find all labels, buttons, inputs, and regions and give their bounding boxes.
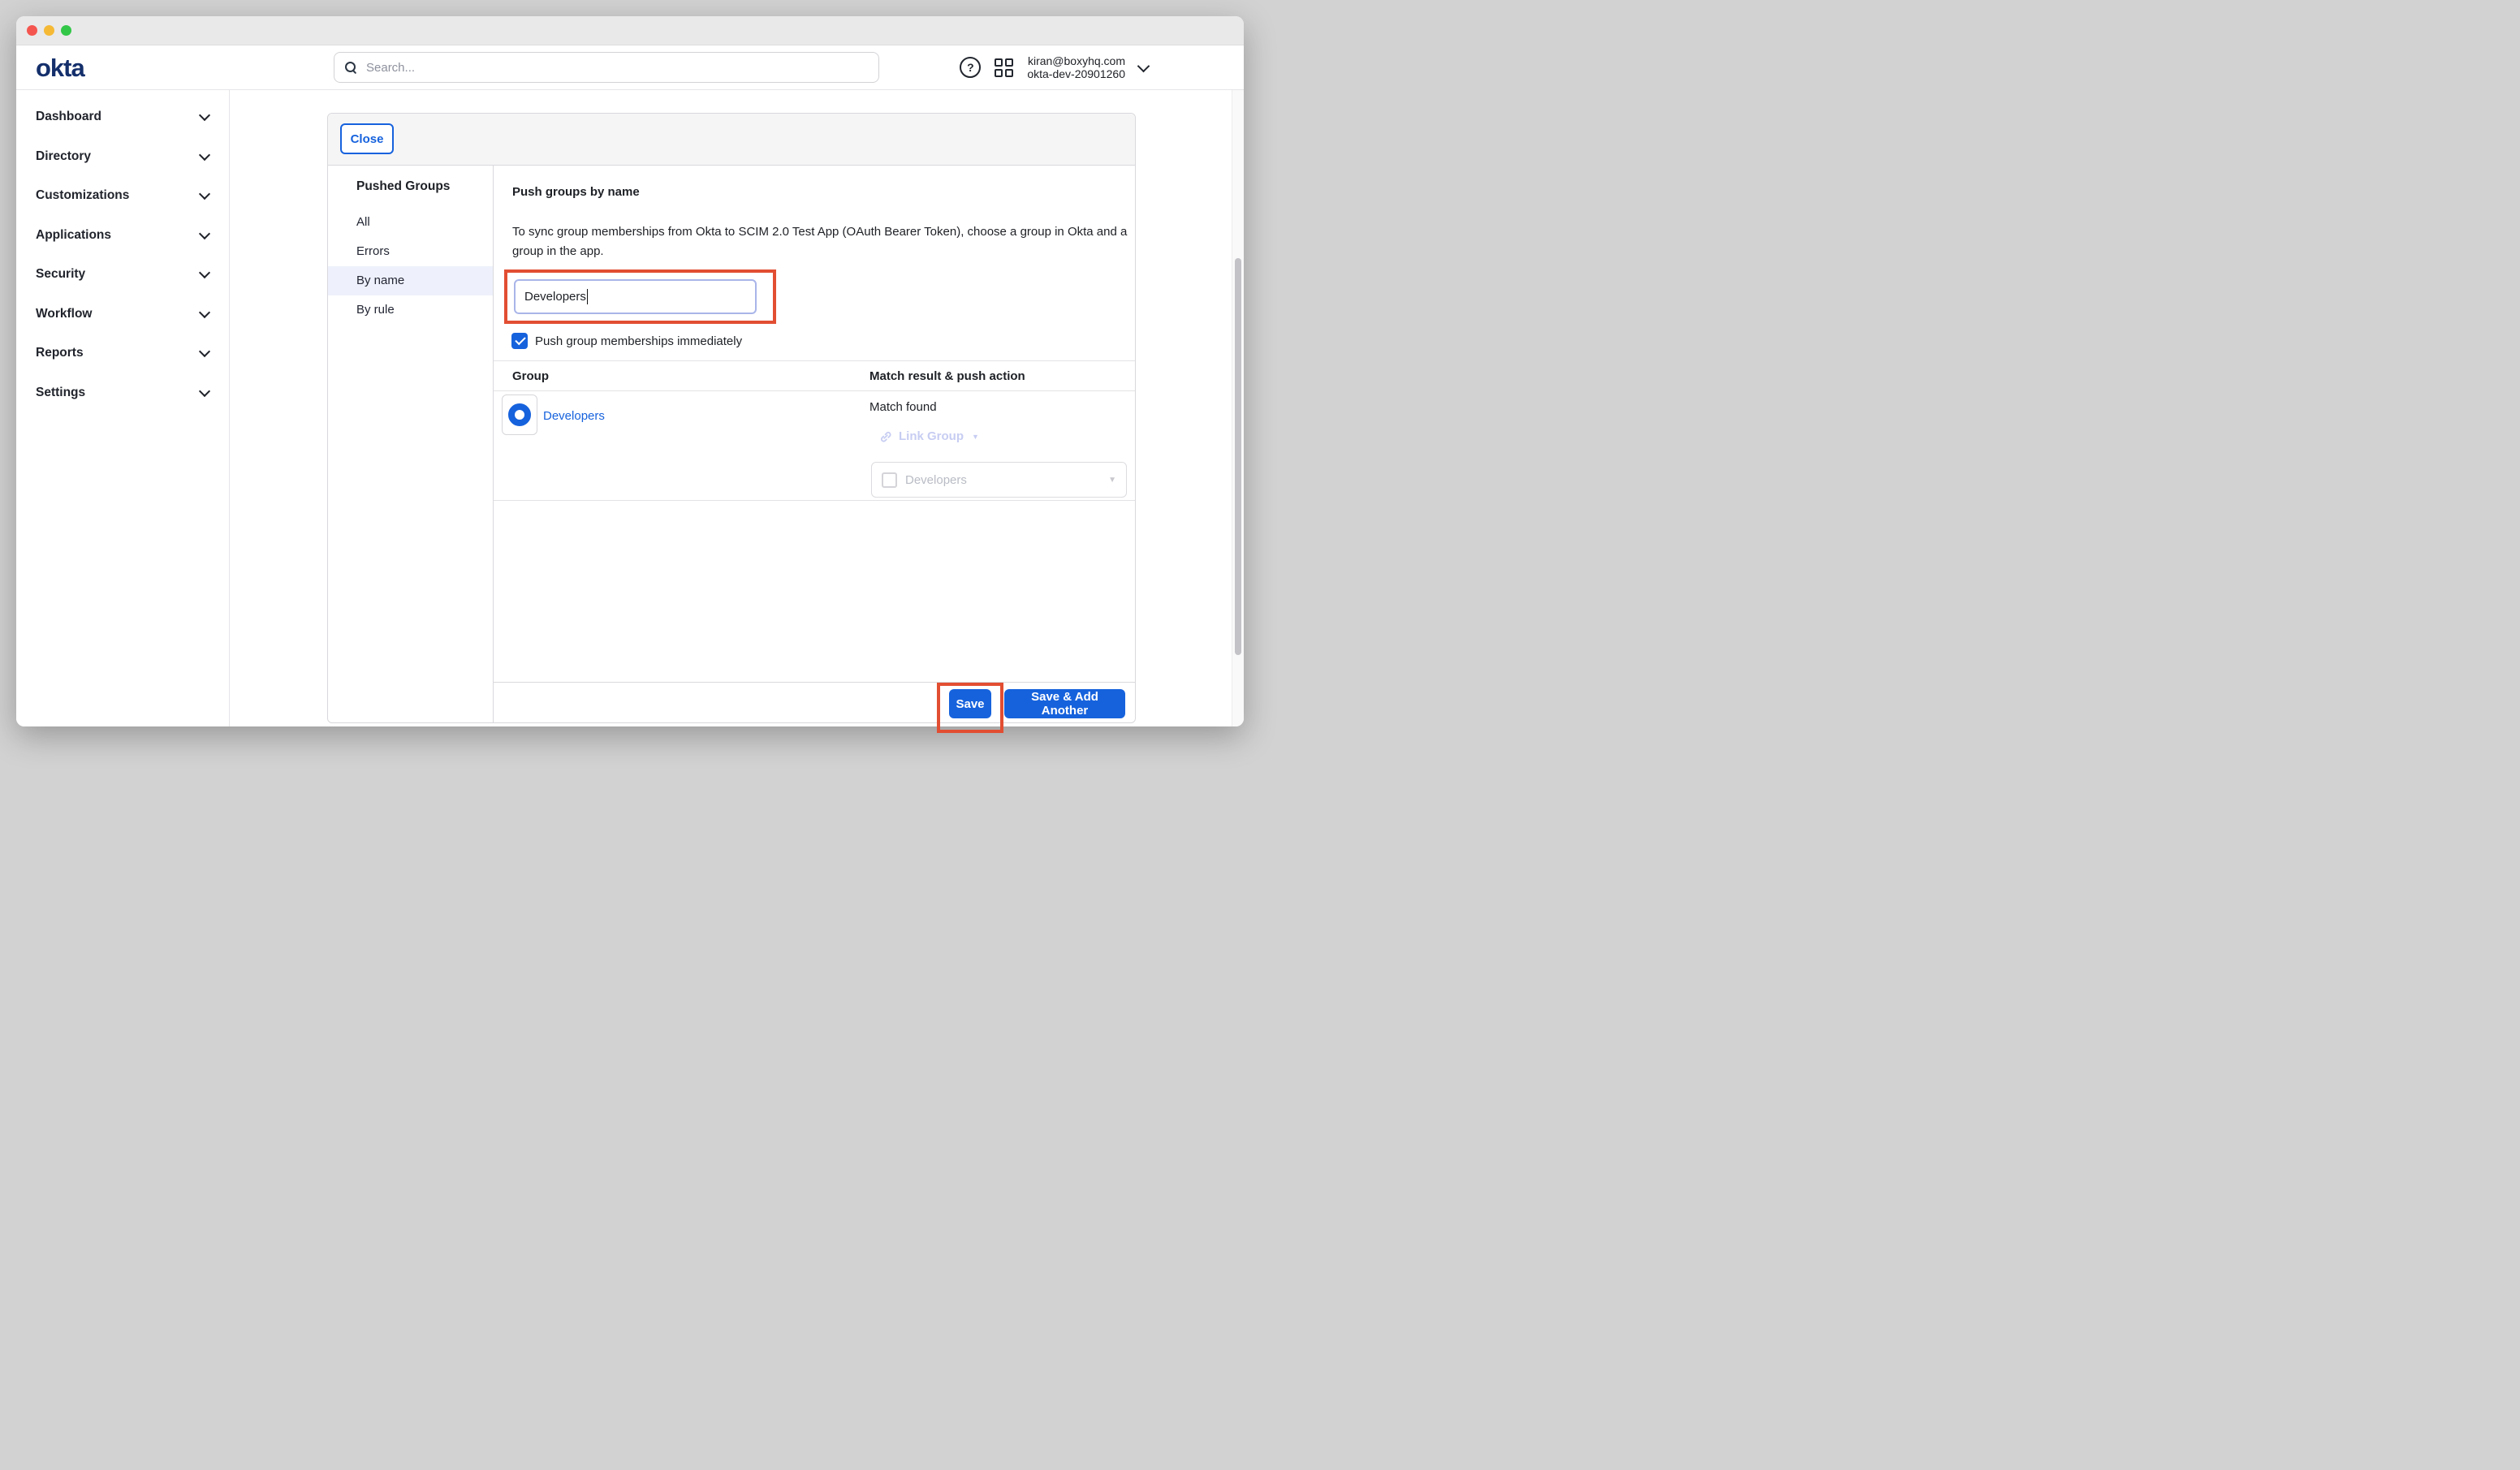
app-window: okta ? kiran@boxyhq.com okta-dev-2090126… <box>16 16 1244 726</box>
chevron-down-icon <box>199 228 210 239</box>
sidebar-item-label: Security <box>36 267 85 282</box>
sidebar-item-settings[interactable]: Settings <box>16 373 229 413</box>
scrollbar-track[interactable] <box>1232 90 1244 726</box>
sidebar-nav: Dashboard Directory Customizations Appli… <box>16 90 230 726</box>
scrollbar-thumb[interactable] <box>1235 258 1241 655</box>
page-title: Push groups by name <box>512 185 640 199</box>
pushed-groups-panel: Close Pushed Groups All Errors By name B… <box>327 113 1136 723</box>
column-header-group: Group <box>512 369 549 383</box>
divider <box>494 390 1135 391</box>
sidebar-item-customizations[interactable]: Customizations <box>16 176 229 216</box>
account-org: okta-dev-20901260 <box>1027 67 1125 80</box>
panel-toolbar: Close <box>328 114 1135 166</box>
group-link[interactable]: Developers <box>543 409 605 423</box>
panel-footer: Save Save & Add Another <box>494 682 1135 723</box>
subnav-item-by-rule[interactable]: By rule <box>328 295 493 325</box>
subnav-item-by-name[interactable]: By name <box>328 266 493 295</box>
grid-square <box>1005 58 1013 67</box>
link-group-label: Link Group <box>899 429 964 443</box>
push-immediately-label: Push group memberships immediately <box>535 334 742 348</box>
caret-down-icon: ▼ <box>1108 476 1116 485</box>
group-name-input-value: Developers <box>524 290 586 304</box>
push-immediately-checkbox[interactable] <box>511 333 528 349</box>
sidebar-item-label: Settings <box>36 386 85 400</box>
group-name-input[interactable]: Developers <box>514 279 757 314</box>
sidebar-item-security[interactable]: Security <box>16 255 229 295</box>
account-email: kiran@boxyhq.com <box>1027 54 1125 67</box>
sidebar-item-applications[interactable]: Applications <box>16 216 229 256</box>
apps-grid-icon[interactable] <box>995 58 1013 77</box>
text-cursor <box>587 289 589 304</box>
description-text: To sync group memberships from Okta to S… <box>512 222 1129 261</box>
chevron-down-icon[interactable] <box>1137 59 1150 72</box>
chevron-down-icon <box>199 188 210 200</box>
sidebar-item-label: Applications <box>36 228 111 243</box>
search-icon <box>344 61 357 74</box>
account-info[interactable]: kiran@boxyhq.com okta-dev-20901260 <box>1027 54 1125 80</box>
subnav-item-errors[interactable]: Errors <box>328 237 493 266</box>
close-window-icon[interactable] <box>27 25 37 36</box>
sidebar-item-label: Reports <box>36 346 84 360</box>
main-content-area: Close Pushed Groups All Errors By name B… <box>231 90 1244 726</box>
save-button[interactable]: Save <box>949 689 991 718</box>
pushed-groups-subnav: Pushed Groups All Errors By name By rule <box>328 166 494 723</box>
close-button[interactable]: Close <box>340 123 394 154</box>
window-titlebar <box>16 16 1244 45</box>
search-input[interactable] <box>365 60 869 75</box>
sidebar-item-directory[interactable]: Directory <box>16 137 229 177</box>
chevron-down-icon <box>199 149 210 161</box>
sidebar-item-label: Directory <box>36 149 91 164</box>
sidebar-item-workflow[interactable]: Workflow <box>16 295 229 334</box>
subnav-title: Pushed Groups <box>356 179 493 194</box>
grid-square <box>995 58 1003 67</box>
link-icon <box>879 430 892 443</box>
app-header: okta ? kiran@boxyhq.com okta-dev-2090126… <box>16 45 1244 90</box>
divider <box>494 500 1135 501</box>
grid-square <box>1005 69 1013 77</box>
chevron-down-icon <box>199 307 210 318</box>
sidebar-item-label: Dashboard <box>36 110 101 124</box>
okta-group-icon <box>508 403 531 426</box>
sidebar-item-label: Workflow <box>36 307 92 321</box>
target-group-value: Developers <box>905 473 1100 487</box>
zoom-window-icon[interactable] <box>61 25 71 36</box>
okta-logo: okta <box>36 54 84 83</box>
subnav-item-all[interactable]: All <box>328 208 493 237</box>
column-header-match-result: Match result & push action <box>869 369 1025 383</box>
sidebar-item-dashboard[interactable]: Dashboard <box>16 97 229 137</box>
match-status-text: Match found <box>869 400 937 414</box>
divider <box>494 360 1135 361</box>
group-icon-card <box>502 394 537 435</box>
sidebar-item-label: Customizations <box>36 188 129 203</box>
help-icon[interactable]: ? <box>960 57 981 78</box>
chevron-down-icon <box>199 346 210 357</box>
minimize-window-icon[interactable] <box>44 25 54 36</box>
global-search[interactable] <box>334 52 879 83</box>
chevron-down-icon <box>199 386 210 397</box>
save-add-another-button[interactable]: Save & Add Another <box>1004 689 1125 718</box>
chevron-down-icon <box>199 267 210 278</box>
sidebar-item-reports[interactable]: Reports <box>16 334 229 373</box>
caret-down-icon: ▼ <box>972 433 979 441</box>
link-group-button[interactable]: Link Group ▼ <box>879 429 979 443</box>
target-group-select[interactable]: Developers ▼ <box>871 462 1127 498</box>
push-groups-form: Push groups by name To sync group member… <box>494 166 1135 682</box>
group-placeholder-icon <box>882 472 897 488</box>
grid-square <box>995 69 1003 77</box>
chevron-down-icon <box>199 110 210 121</box>
